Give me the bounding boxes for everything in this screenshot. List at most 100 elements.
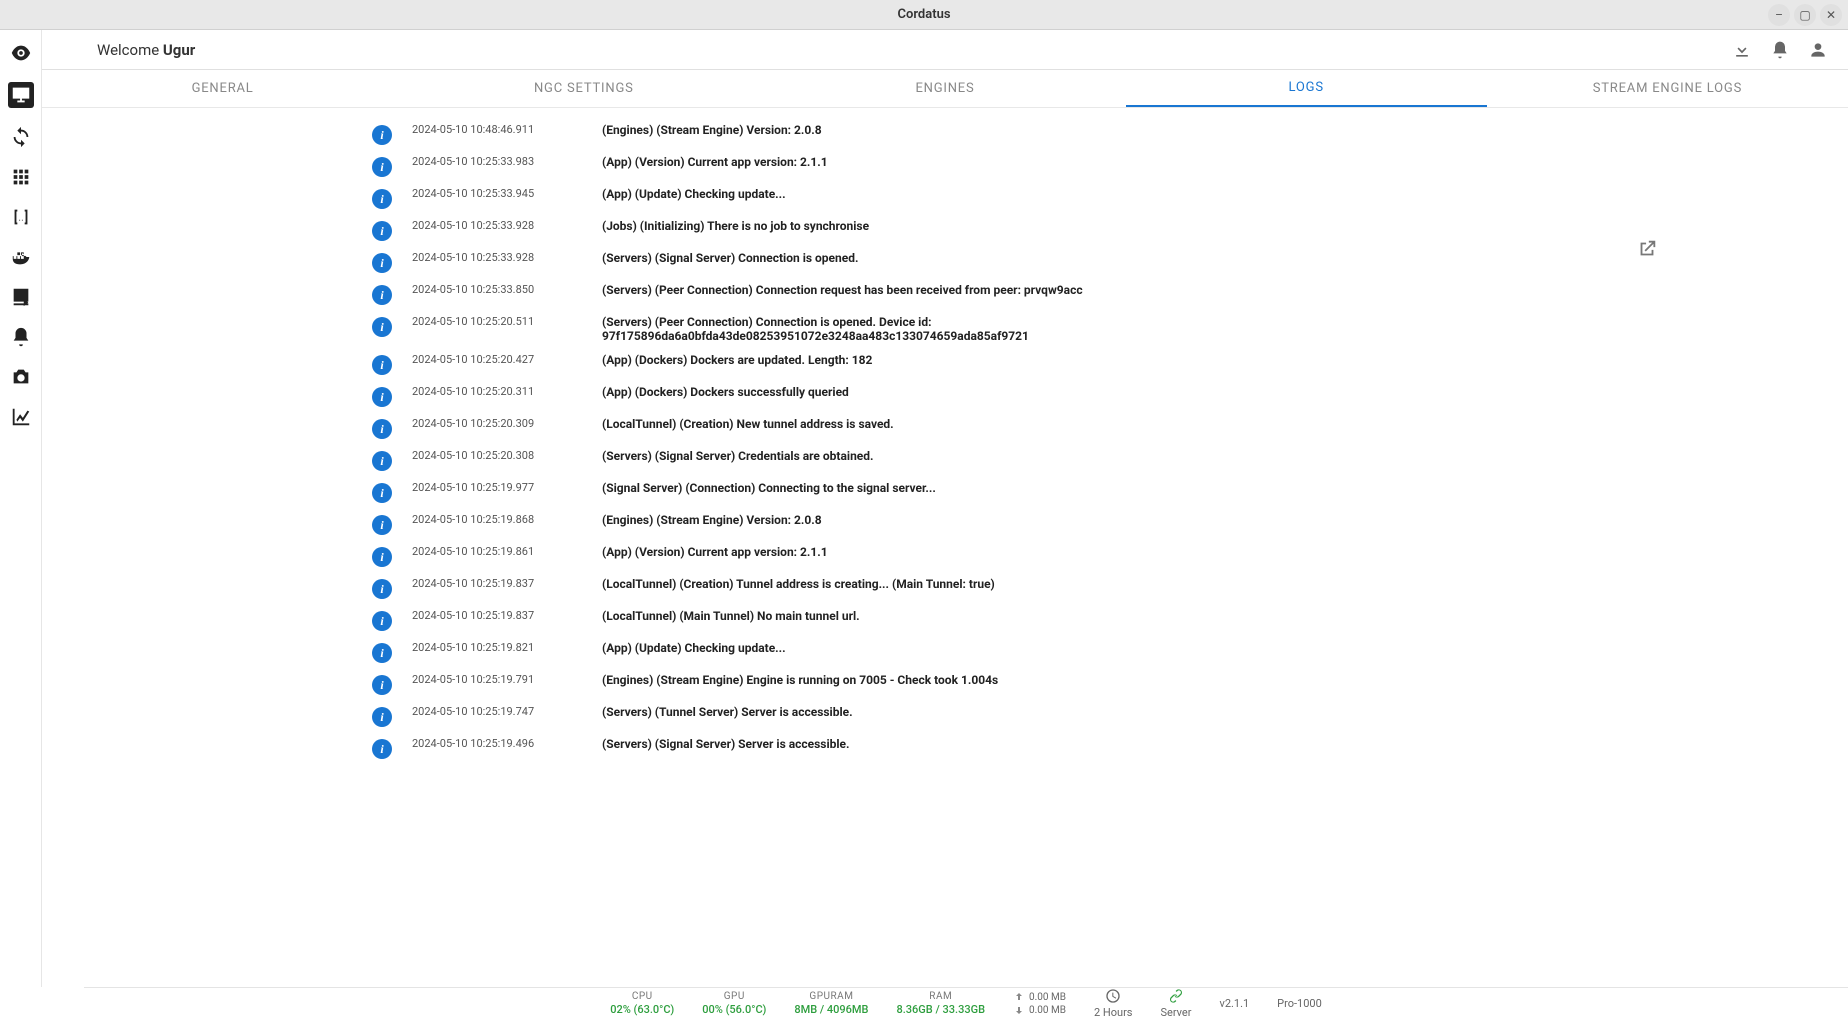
info-icon: i xyxy=(372,157,392,177)
log-message: (Engines) (Stream Engine) Engine is runn… xyxy=(602,673,998,687)
tab-stream-engine-logs[interactable]: STREAM ENGINE LOGS xyxy=(1487,70,1848,107)
logo-eye-icon[interactable] xyxy=(10,42,32,64)
info-icon: i xyxy=(372,643,392,663)
sync-icon[interactable] xyxy=(10,126,32,148)
log-message: (Servers) (Signal Server) Server is acce… xyxy=(602,737,850,751)
log-row: i2024-05-10 10:48:46.911(Engines) (Strea… xyxy=(372,118,1272,150)
log-timestamp: 2024-05-10 10:25:19.837 xyxy=(392,609,602,622)
ram-stat: RAM 8.36GB / 33.33GB xyxy=(897,991,986,1016)
tablet-play-icon[interactable] xyxy=(10,286,32,308)
network-stat: 0.00 MB 0.00 MB xyxy=(1013,991,1066,1016)
log-row: i2024-05-10 10:25:33.928(Servers) (Signa… xyxy=(372,246,1272,278)
log-message: (LocalTunnel) (Main Tunnel) No main tunn… xyxy=(602,609,860,623)
log-timestamp: 2024-05-10 10:25:20.511 xyxy=(392,315,602,328)
welcome-prefix: Welcome xyxy=(97,41,163,59)
log-message: (Servers) (Signal Server) Connection is … xyxy=(602,251,858,265)
log-message: (Signal Server) (Connection) Connecting … xyxy=(602,481,936,495)
camera-icon[interactable] xyxy=(10,366,32,388)
log-list[interactable]: i2024-05-10 10:48:46.911(Engines) (Strea… xyxy=(42,108,1272,987)
clock-icon xyxy=(1105,988,1121,1004)
info-icon: i xyxy=(372,483,392,503)
tab-logs[interactable]: LOGS xyxy=(1126,70,1487,107)
gpuram-label: GPURAM xyxy=(794,991,868,1003)
tabs: GENERALNGC SETTINGSENGINESLOGSSTREAM ENG… xyxy=(42,70,1848,108)
log-timestamp: 2024-05-10 10:25:33.945 xyxy=(392,187,602,200)
log-row: i2024-05-10 10:25:20.308(Servers) (Signa… xyxy=(372,444,1272,476)
uptime-value: 2 Hours xyxy=(1094,1006,1133,1019)
info-icon: i xyxy=(372,739,392,759)
info-icon: i xyxy=(372,355,392,375)
close-button[interactable]: ✕ xyxy=(1820,4,1842,26)
status-footer: CPU 02% (63.0°C) GPU 00% (56.0°C) GPURAM… xyxy=(84,987,1848,1019)
log-message: (Engines) (Stream Engine) Version: 2.0.8 xyxy=(602,123,822,137)
log-message: (Servers) (Peer Connection) Connection r… xyxy=(602,283,1083,297)
log-message: (LocalTunnel) (Creation) Tunnel address … xyxy=(602,577,995,591)
tab-ngc-settings[interactable]: NGC SETTINGS xyxy=(403,70,764,107)
info-icon: i xyxy=(372,285,392,305)
log-row: i2024-05-10 10:25:20.511(Servers) (Peer … xyxy=(372,310,1272,348)
maximize-button[interactable]: ▢ xyxy=(1794,4,1816,26)
log-row: i2024-05-10 10:25:33.928(Jobs) (Initiali… xyxy=(372,214,1272,246)
gpu-value: 00% (56.0°C) xyxy=(702,1003,766,1016)
log-row: i2024-05-10 10:25:20.309(LocalTunnel) (C… xyxy=(372,412,1272,444)
download-icon[interactable] xyxy=(1732,40,1752,60)
log-timestamp: 2024-05-10 10:25:19.791 xyxy=(392,673,602,686)
log-timestamp: 2024-05-10 10:25:20.427 xyxy=(392,353,602,366)
log-message: (Servers) (Tunnel Server) Server is acce… xyxy=(602,705,853,719)
log-timestamp: 2024-05-10 10:25:33.928 xyxy=(392,251,602,264)
log-timestamp: 2024-05-10 10:25:19.821 xyxy=(392,641,602,654)
minimize-button[interactable]: – xyxy=(1768,4,1790,26)
log-message: (Servers) (Peer Connection) Connection i… xyxy=(602,315,1162,343)
log-message: (App) (Dockers) Dockers are updated. Len… xyxy=(602,353,872,367)
log-row: i2024-05-10 10:25:19.496(Servers) (Signa… xyxy=(372,732,1272,764)
log-timestamp: 2024-05-10 10:25:19.837 xyxy=(392,577,602,590)
log-row: i2024-05-10 10:25:19.868(Engines) (Strea… xyxy=(372,508,1272,540)
bell-icon[interactable] xyxy=(10,326,32,348)
log-timestamp: 2024-05-10 10:48:46.911 xyxy=(392,123,602,136)
log-row: i2024-05-10 10:25:19.861(App) (Version) … xyxy=(372,540,1272,572)
ram-value: 8.36GB / 33.33GB xyxy=(897,1003,986,1016)
account-icon[interactable] xyxy=(1808,40,1828,60)
docker-icon[interactable] xyxy=(10,246,32,268)
info-icon: i xyxy=(372,221,392,241)
apps-grid-icon[interactable] xyxy=(10,166,32,188)
uptime-stat: 2 Hours xyxy=(1094,988,1133,1019)
info-icon: i xyxy=(372,547,392,567)
log-timestamp: 2024-05-10 10:25:19.977 xyxy=(392,481,602,494)
brackets-icon[interactable] xyxy=(10,206,32,228)
plan-text: Pro-1000 xyxy=(1277,997,1322,1010)
server-value: Server xyxy=(1160,1006,1191,1019)
gpu-label: GPU xyxy=(702,991,766,1003)
log-message: (App) (Update) Checking update... xyxy=(602,641,786,655)
cpu-label: CPU xyxy=(610,991,674,1003)
notifications-icon[interactable] xyxy=(1770,40,1790,60)
log-row: i2024-05-10 10:25:19.837(LocalTunnel) (M… xyxy=(372,604,1272,636)
info-icon: i xyxy=(372,515,392,535)
log-row: i2024-05-10 10:25:19.791(Engines) (Strea… xyxy=(372,668,1272,700)
log-timestamp: 2024-05-10 10:25:33.983 xyxy=(392,155,602,168)
log-message: (App) (Dockers) Dockers successfully que… xyxy=(602,385,849,399)
left-rail xyxy=(0,30,42,987)
open-external-icon[interactable] xyxy=(1636,238,1658,260)
log-timestamp: 2024-05-10 10:25:19.861 xyxy=(392,545,602,558)
welcome-username: Ugur xyxy=(163,41,195,59)
info-icon: i xyxy=(372,611,392,631)
log-timestamp: 2024-05-10 10:25:20.311 xyxy=(392,385,602,398)
net-down-value: 0.00 MB xyxy=(1029,1005,1066,1016)
cpu-value: 02% (63.0°C) xyxy=(610,1003,674,1016)
window-title: Cordatus xyxy=(897,7,950,22)
log-message: (App) (Version) Current app version: 2.1… xyxy=(602,155,828,169)
log-row: i2024-05-10 10:25:19.821(App) (Update) C… xyxy=(372,636,1272,668)
info-icon: i xyxy=(372,387,392,407)
tab-general[interactable]: GENERAL xyxy=(42,70,403,107)
net-up-value: 0.00 MB xyxy=(1029,992,1066,1003)
monitor-icon[interactable] xyxy=(8,82,34,108)
log-row: i2024-05-10 10:25:33.850(Servers) (Peer … xyxy=(372,278,1272,310)
tab-engines[interactable]: ENGINES xyxy=(764,70,1125,107)
info-icon: i xyxy=(372,189,392,209)
log-row: i2024-05-10 10:25:19.747(Servers) (Tunne… xyxy=(372,700,1272,732)
info-icon: i xyxy=(372,451,392,471)
arrow-down-icon xyxy=(1013,1004,1025,1016)
chart-line-icon[interactable] xyxy=(10,406,32,428)
log-row: i2024-05-10 10:25:20.427(App) (Dockers) … xyxy=(372,348,1272,380)
